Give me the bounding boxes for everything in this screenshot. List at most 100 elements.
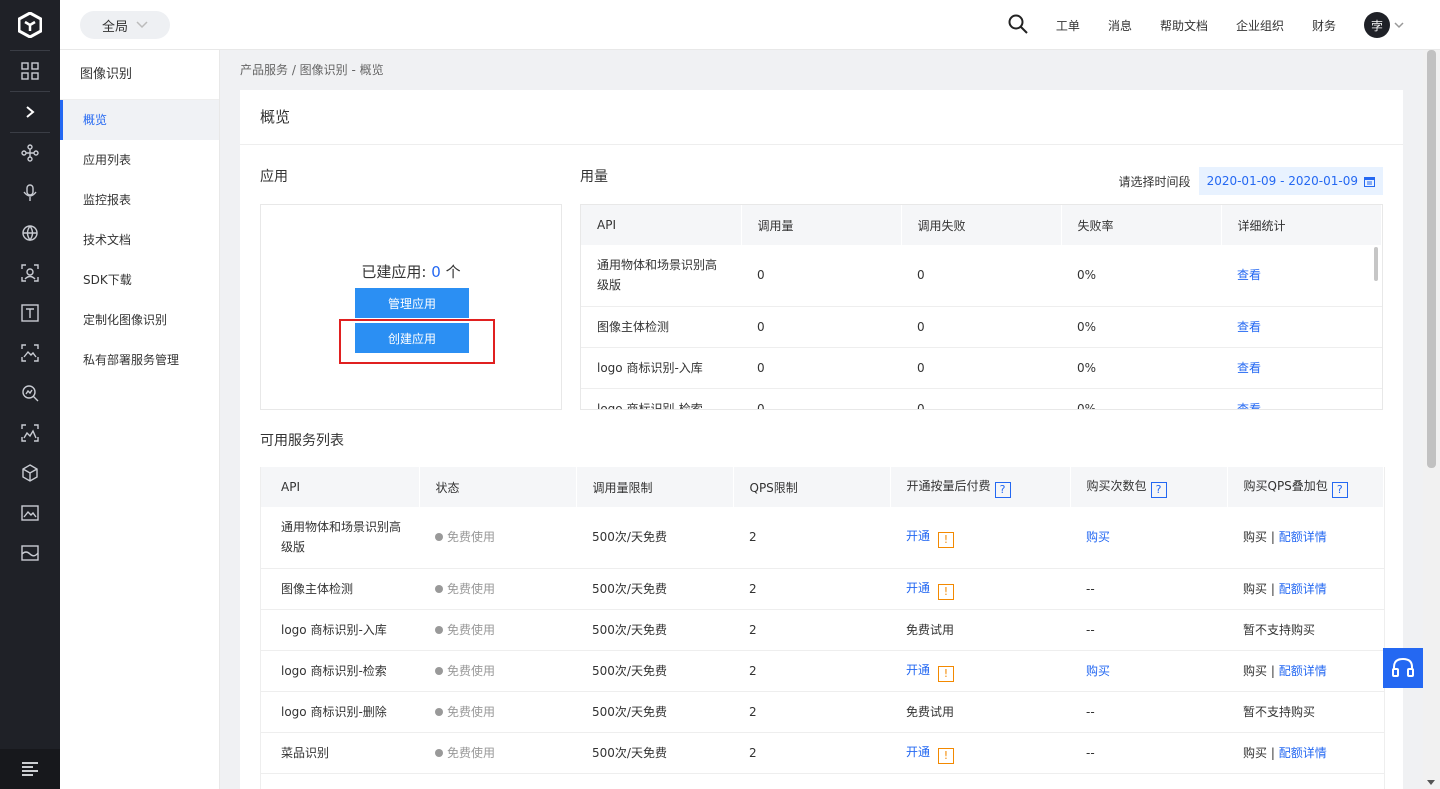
warning-icon[interactable]: !: [938, 665, 955, 682]
table-row: logo 商标识别-删除 免费使用 500次/天免费 2 免费试用 -- 暂不支持购买: [261, 691, 1384, 733]
page-title: 概览: [240, 90, 1403, 145]
svc-qps-pack: 暂不支持购买: [1227, 691, 1384, 733]
search-icon[interactable]: [1008, 14, 1028, 37]
buy-pack-link[interactable]: 购买: [1070, 507, 1227, 569]
quota-details-link[interactable]: 配额详情: [1279, 530, 1327, 544]
usage-table: API 调用量 调用失败 失败率 详细统计 通用物体和场景识别高级版 0 0 0…: [581, 205, 1382, 409]
usage-calls: 0: [741, 245, 901, 307]
services-table-panel: API 状态 调用量限制 QPS限制 开通按量后付费? 购买次数包? 购买QPS…: [260, 467, 1385, 789]
usage-failures: 0: [901, 347, 1061, 389]
sidebar-item-private-deploy[interactable]: 私有部署服务管理: [60, 340, 219, 380]
customer-service-button[interactable]: [1383, 648, 1423, 688]
services-table: API 状态 调用量限制 QPS限制 开通按量后付费? 购买次数包? 购买QPS…: [261, 467, 1384, 789]
svc-api: 菜品识别: [261, 732, 419, 774]
sidebar-item-app-list[interactable]: 应用列表: [60, 140, 219, 180]
status-dot: [435, 625, 443, 634]
svc-postpaid: 开通!: [890, 732, 1070, 774]
nav-help-docs[interactable]: 帮助文档: [1160, 17, 1208, 34]
microphone-icon[interactable]: [0, 173, 60, 213]
help-icon[interactable]: ?: [994, 481, 1011, 498]
scroll-down-arrow-icon[interactable]: [1427, 780, 1435, 785]
svc-postpaid: 免费试用: [890, 609, 1070, 651]
user-menu[interactable]: 孛: [1364, 12, 1404, 38]
usage-scrollbar[interactable]: [1374, 247, 1378, 281]
chevron-down-icon: [1394, 21, 1404, 28]
svc-call-pack: --: [1070, 568, 1227, 610]
sidebar-item-overview[interactable]: 概览: [60, 100, 219, 140]
quota-details-link[interactable]: 配额详情: [1279, 664, 1327, 678]
scrollbar-thumb[interactable]: [1427, 50, 1436, 468]
chevron-down-icon: [136, 21, 148, 29]
view-details-link[interactable]: 查看: [1221, 388, 1382, 409]
photo-icon[interactable]: [0, 493, 60, 533]
svc-call-limit: 500次/天免费: [576, 507, 733, 569]
app-count-unit: 个: [440, 263, 461, 281]
buy-qps-link[interactable]: 购买: [1243, 746, 1267, 760]
nav-messages[interactable]: 消息: [1108, 17, 1132, 34]
usage-section-title: 用量: [580, 169, 608, 185]
buy-pack-link[interactable]: [1070, 773, 1227, 789]
nav-finance[interactable]: 财务: [1312, 17, 1336, 34]
warning-icon[interactable]: !: [938, 583, 955, 600]
activate-link[interactable]: 开通: [906, 581, 930, 595]
usage-fail-rate: 0%: [1061, 388, 1221, 409]
help-icon[interactable]: ?: [1150, 481, 1167, 498]
svc-api: logo 商标识别-检索: [261, 650, 419, 692]
view-details-link[interactable]: 查看: [1221, 245, 1382, 307]
svc-col-call-limit: 调用量限制: [576, 467, 734, 507]
svc-api: logo 商标识别-入库: [261, 609, 419, 651]
table-row: logo 商标识别-检索 0 0 0% 查看: [581, 388, 1382, 409]
svc-call-limit: 500次/天免费: [576, 609, 733, 651]
sidebar-item-docs[interactable]: 技术文档: [60, 220, 219, 260]
buy-qps-link[interactable]: 购买: [1243, 582, 1267, 596]
warning-icon[interactable]: !: [938, 532, 955, 549]
buy-qps-link[interactable]: 购买: [1243, 664, 1267, 678]
view-details-link[interactable]: 查看: [1221, 347, 1382, 389]
activate-link[interactable]: 开通: [906, 663, 930, 677]
create-app-button[interactable]: 创建应用: [355, 323, 469, 353]
sidebar-item-custom-recognition[interactable]: 定制化图像识别: [60, 300, 219, 340]
buy-pack-link[interactable]: 购买: [1070, 650, 1227, 692]
sidebar-item-monitoring[interactable]: 监控报表: [60, 180, 219, 220]
image-scan-icon[interactable]: [0, 333, 60, 373]
text-icon[interactable]: [0, 293, 60, 333]
svc-qps-limit: 2: [733, 568, 890, 610]
usage-calls: 0: [741, 306, 901, 348]
grid-icon[interactable]: [0, 51, 60, 91]
landscape-icon[interactable]: [0, 533, 60, 573]
face-scan-icon[interactable]: [0, 253, 60, 293]
scope-selector[interactable]: 全局: [80, 11, 170, 39]
globe-icon[interactable]: [0, 213, 60, 253]
svc-api: 通用物体和场景识别高级版: [261, 507, 419, 569]
top-bar: 全局 工单 消息 帮助文档 企业组织 财务 孛: [60, 0, 1440, 50]
quota-details-link[interactable]: 配额详情: [1279, 746, 1327, 760]
page-scrollbar[interactable]: [1423, 50, 1440, 789]
buy-qps-link[interactable]: 购买: [1243, 530, 1267, 544]
nav-ticket[interactable]: 工单: [1056, 17, 1080, 34]
quota-details-link[interactable]: 配额详情: [1279, 582, 1327, 596]
view-details-link[interactable]: 查看: [1221, 306, 1382, 348]
svc-status: 免费使用: [419, 609, 576, 651]
menu-collapse-icon[interactable]: [0, 749, 60, 789]
avatar: 孛: [1364, 12, 1390, 38]
help-icon[interactable]: ?: [1331, 481, 1348, 498]
brand-logo-icon[interactable]: [0, 0, 60, 50]
overview-card: 概览 应用 已建应用: 0 个 管理应用 创建应用 用量 请选择时间段 2020…: [240, 90, 1403, 789]
manage-apps-button[interactable]: 管理应用: [355, 288, 469, 318]
expand-icon[interactable]: [0, 92, 60, 132]
activate-link[interactable]: 开通: [906, 529, 930, 543]
sidebar-item-sdk[interactable]: SDK下载: [60, 260, 219, 300]
usage-fail-rate: 0%: [1061, 347, 1221, 389]
image-search-icon[interactable]: [0, 373, 60, 413]
nav-organization[interactable]: 企业组织: [1236, 17, 1284, 34]
warning-icon[interactable]: !: [938, 747, 955, 764]
cube-icon[interactable]: [0, 453, 60, 493]
usage-table-panel: API 调用量 调用失败 失败率 详细统计 通用物体和场景识别高级版 0 0 0…: [580, 204, 1383, 410]
activate-link[interactable]: 开通: [906, 745, 930, 759]
network-icon[interactable]: [0, 133, 60, 173]
date-range-picker[interactable]: 2020-01-09 - 2020-01-09: [1198, 167, 1383, 195]
usage-col-api: API: [581, 205, 742, 245]
svc-qps-pack: 购买 | 配额详情: [1227, 732, 1384, 774]
svc-postpaid: !: [890, 773, 1070, 789]
image-analysis-icon[interactable]: [0, 413, 60, 453]
